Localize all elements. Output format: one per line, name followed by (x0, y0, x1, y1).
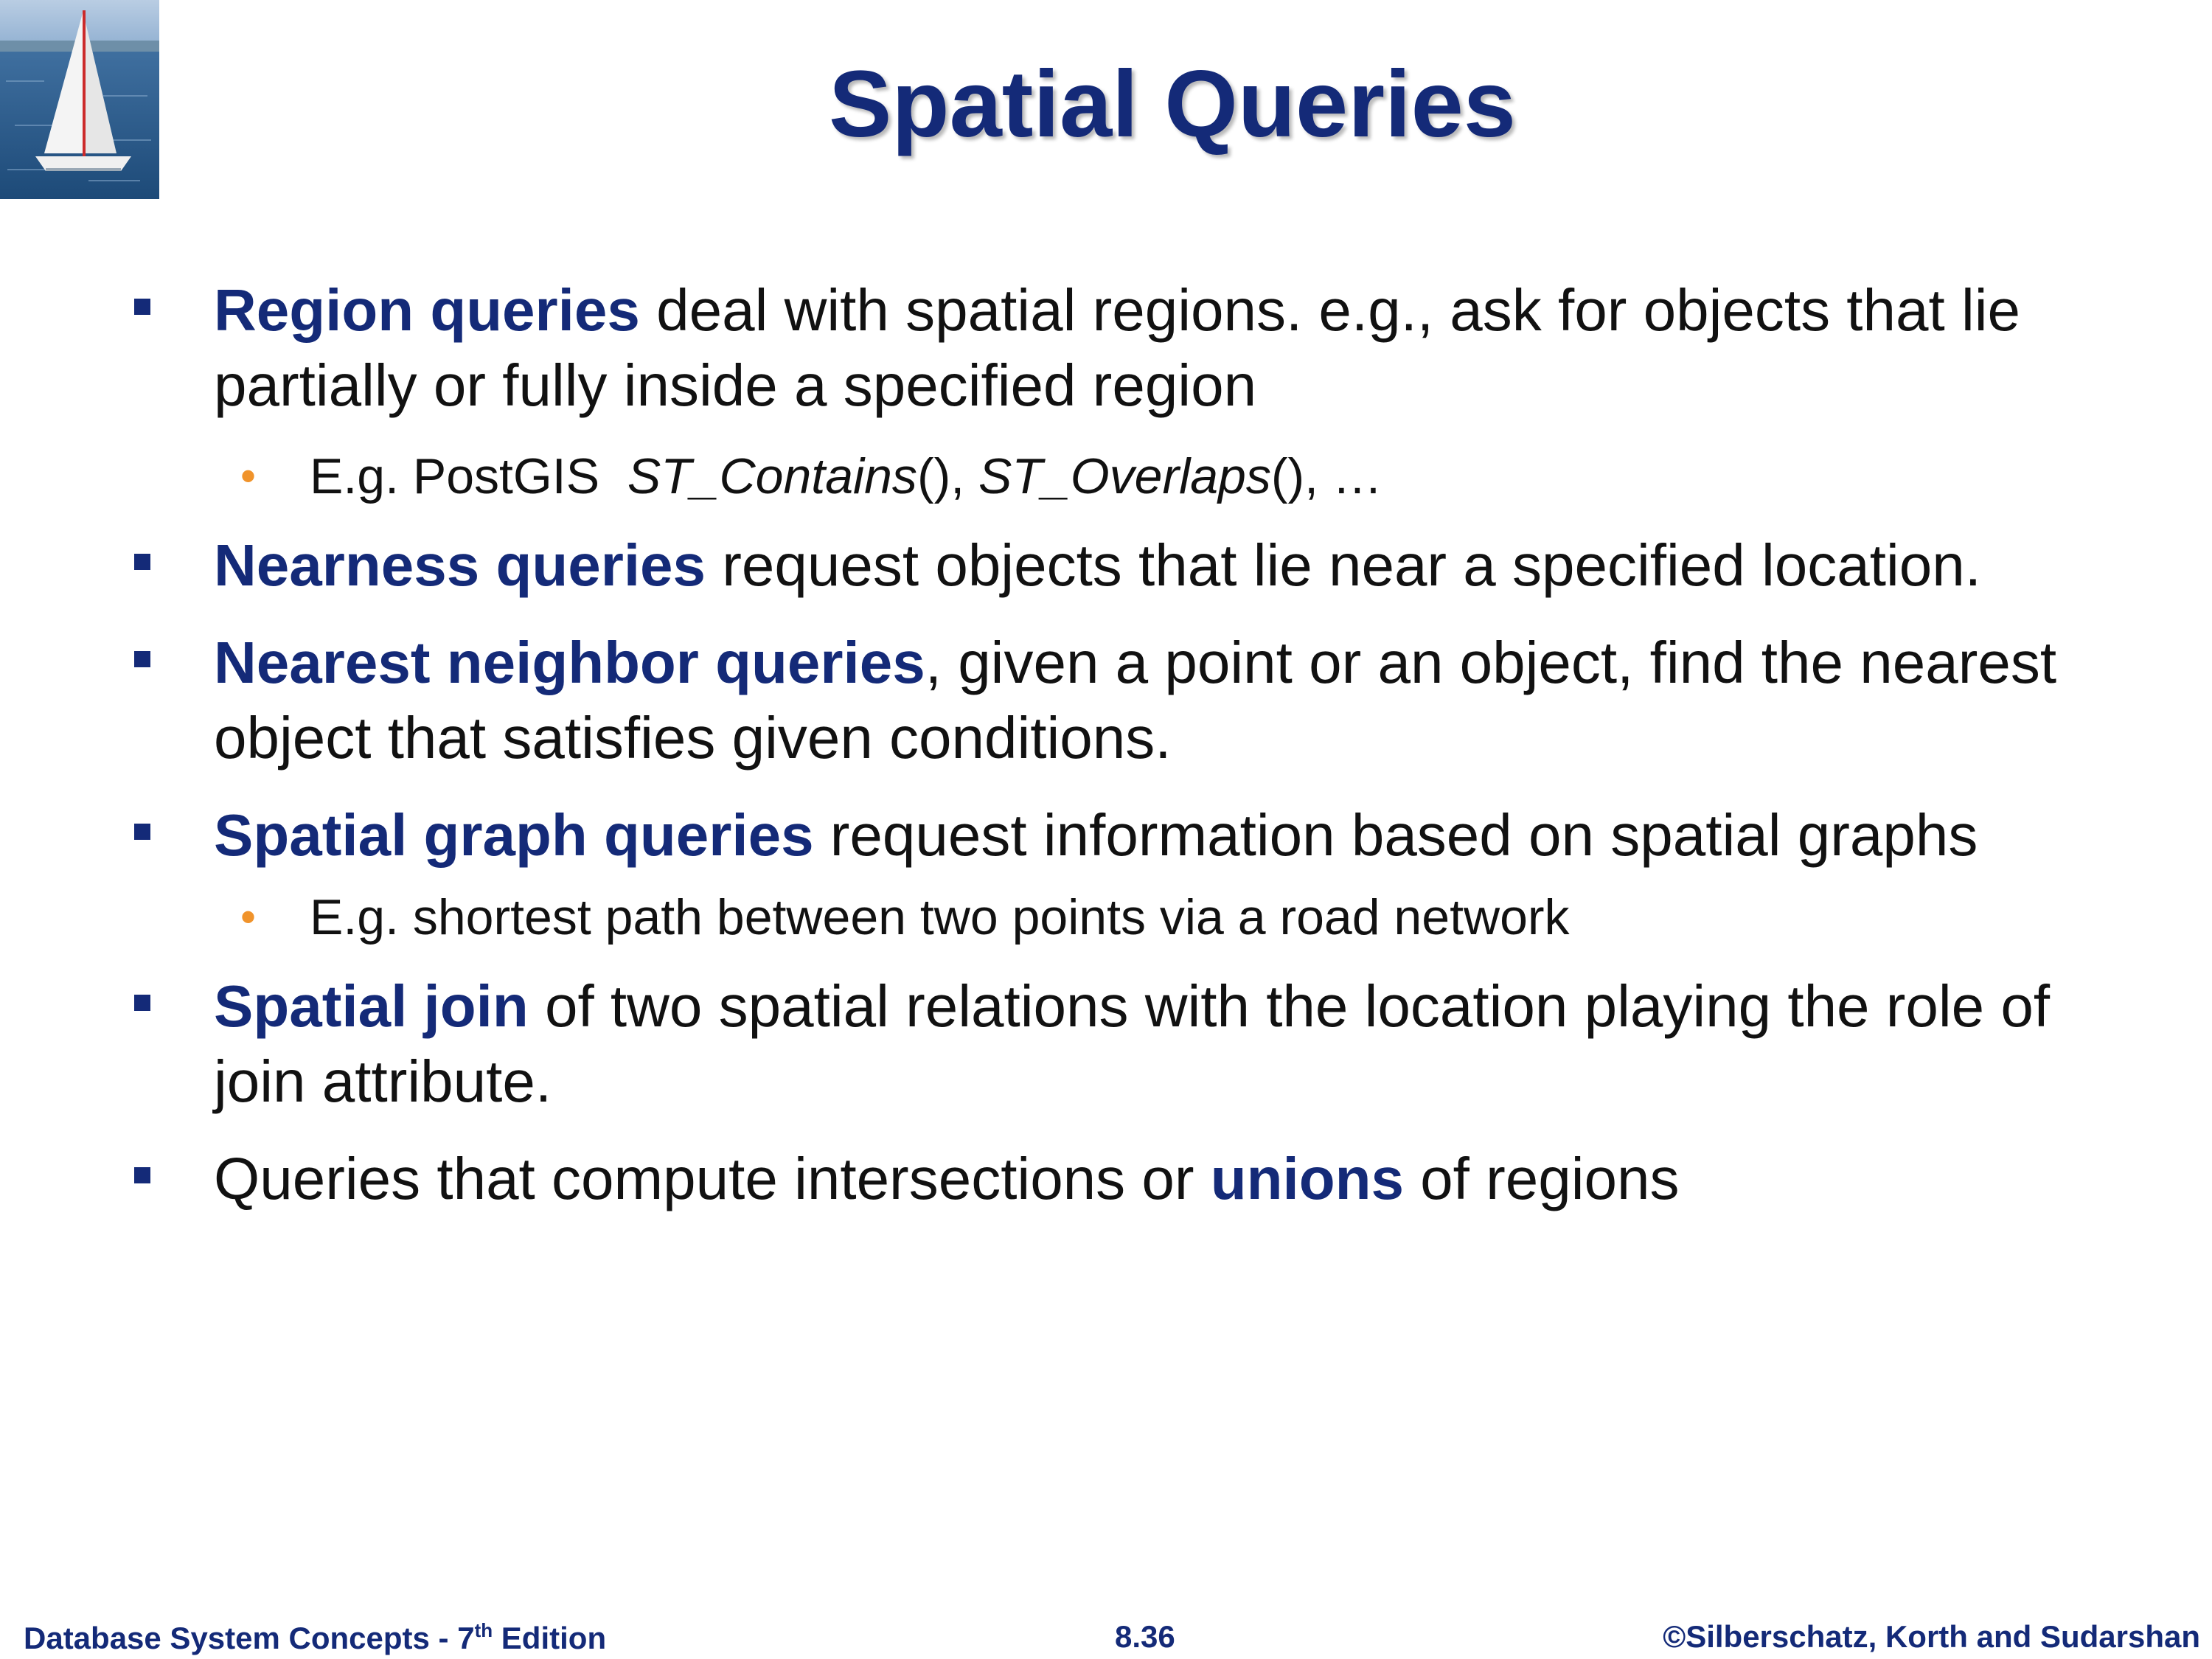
footer-book-title: Database System Concepts - 7th Edition (24, 1619, 606, 1656)
square-bullet-icon (134, 995, 150, 1011)
sub-bullet-prefix: E.g. PostGIS (310, 448, 627, 504)
function-name: ST_Overlaps (978, 448, 1271, 504)
sub-bullet-shortest-path: • E.g. shortest path between two points … (133, 882, 2124, 953)
footer-book-title-text: Database System Concepts - 7 (24, 1621, 475, 1655)
slide-body: Region queries deal with spatial regions… (133, 273, 2124, 1239)
sub-bullet-postgis: • E.g. PostGIS ST_Contains(), ST_Overlap… (133, 441, 2124, 512)
bullet-text: of regions (1403, 1146, 1680, 1211)
square-bullet-icon (134, 554, 150, 570)
slide-title: Spatial Queries (829, 52, 1516, 157)
square-bullet-icon (134, 1167, 150, 1183)
sub-bullet-text: E.g. shortest path between two points vi… (310, 889, 1570, 945)
keyword: Spatial join (214, 973, 529, 1039)
square-bullet-icon (134, 651, 150, 667)
bullet-nearest-neighbor-queries: Nearest neighbor queries, given a point … (133, 625, 2124, 776)
square-bullet-icon (134, 299, 150, 315)
function-name: ST_Contains (627, 448, 917, 504)
footer-copyright: ©Silberschatz, Korth and Sudarshan (1663, 1619, 2200, 1654)
bullet-text: Queries that compute intersections or (214, 1146, 1211, 1211)
keyword: unions (1210, 1146, 1404, 1211)
bullet-nearness-queries: Nearness queries request objects that li… (133, 528, 2124, 603)
keyword: Nearness queries (214, 532, 706, 598)
bullet-text: request information based on spatial gra… (813, 802, 1978, 868)
bullet-spatial-graph-queries: Spatial graph queries request informatio… (133, 798, 2124, 873)
bullet-region-queries: Region queries deal with spatial regions… (133, 273, 2124, 423)
square-bullet-icon (134, 824, 150, 840)
footer-superscript: th (474, 1619, 493, 1641)
sub-bullet-text: (), … (1270, 448, 1382, 504)
keyword: Nearest neighbor queries (214, 630, 925, 695)
slide-number: 8.36 (1115, 1619, 1175, 1654)
keyword: Region queries (214, 277, 640, 343)
footer-edition-text: Edition (493, 1621, 607, 1655)
bullet-intersections-unions: Queries that compute intersections or un… (133, 1141, 2124, 1217)
dot-bullet-icon: • (240, 892, 257, 942)
sub-bullet-text: (), (917, 448, 979, 504)
keyword: Spatial graph queries (214, 802, 814, 868)
bullet-spatial-join: Spatial join of two spatial relations wi… (133, 969, 2124, 1119)
bullet-text: request objects that lie near a specifie… (706, 532, 1981, 598)
dot-bullet-icon: • (240, 451, 257, 501)
slide-footer: Database System Concepts - 7th Edition 8… (0, 1618, 2212, 1659)
